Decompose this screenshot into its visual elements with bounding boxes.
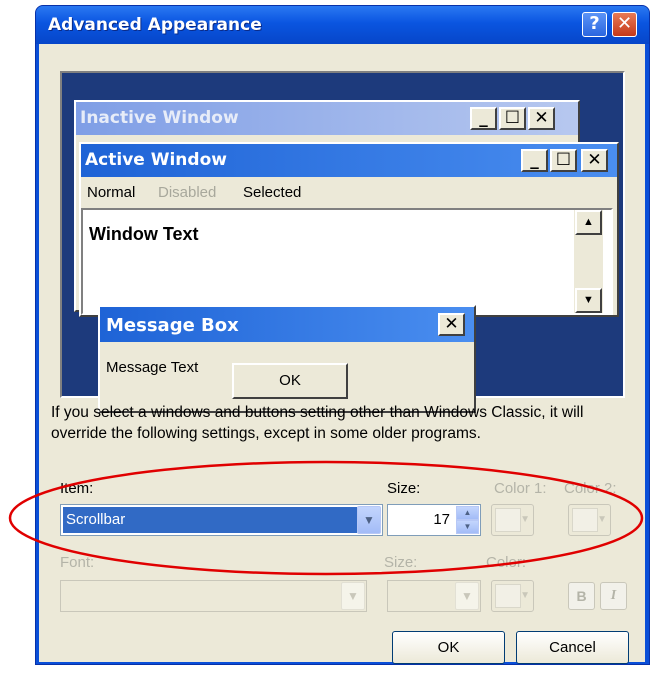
scrollbar-preview[interactable]: ▲ ▼ (574, 210, 603, 313)
message-box-ok-button[interactable]: OK (232, 363, 348, 399)
inactive-title-bar[interactable]: Inactive Window _ ☐ ✕ (76, 102, 578, 135)
size-value: 17 (433, 511, 450, 528)
ok-button[interactable]: OK (392, 631, 505, 664)
chevron-down-icon[interactable]: ▼ (341, 582, 365, 610)
dialog-client-area: Inactive Window _ ☐ ✕ Active Window _ ☐ … (39, 44, 645, 664)
inactive-maximize-button[interactable]: ☐ (499, 107, 526, 130)
color2-label: Color 2: (564, 480, 617, 497)
chevron-down-icon: ▼ (520, 590, 530, 601)
menu-item-normal[interactable]: Normal (87, 184, 135, 201)
size-spinner[interactable]: 17 ▲ ▼ (387, 504, 481, 536)
size-label: Size: (387, 480, 421, 497)
active-minimize-button[interactable]: _ (521, 149, 548, 172)
cancel-button[interactable]: Cancel (516, 631, 629, 664)
inactive-minimize-button[interactable]: _ (470, 107, 497, 130)
color1-button[interactable]: ▼ (491, 504, 534, 536)
close-button[interactable]: ✕ (612, 12, 637, 37)
font-color-label: Color: (486, 554, 527, 571)
spin-down-icon[interactable]: ▼ (456, 520, 479, 534)
active-title-bar[interactable]: Active Window _ ☐ ✕ (81, 144, 617, 177)
font-label: Font: (60, 554, 95, 571)
scroll-down-button[interactable]: ▼ (575, 288, 602, 313)
message-box-title-bar[interactable]: Message Box ✕ (100, 307, 474, 342)
font-select[interactable]: ▼ (60, 580, 367, 612)
message-box-close-button[interactable]: ✕ (438, 313, 465, 336)
item-select[interactable]: Scrollbar ▼ (60, 504, 383, 536)
chevron-down-icon: ▼ (520, 514, 530, 525)
help-button[interactable]: ? (582, 12, 607, 37)
bold-button[interactable]: B (568, 582, 595, 610)
color2-button[interactable]: ▼ (568, 504, 611, 536)
info-text: If you select a windows and buttons sett… (51, 404, 584, 442)
window-text-label: Window Text (89, 224, 199, 244)
font-size-select[interactable]: ▼ (387, 580, 481, 612)
inactive-window-title: Inactive Window (80, 108, 239, 128)
title-bar[interactable]: Advanced Appearance ? ✕ (36, 6, 649, 44)
chevron-down-icon[interactable]: ▼ (455, 582, 479, 610)
inactive-close-button[interactable]: ✕ (528, 107, 555, 130)
menu-item-selected[interactable]: Selected (243, 184, 301, 201)
menu-bar-preview: Normal Disabled Selected (81, 177, 617, 207)
active-window-preview[interactable]: Active Window _ ☐ ✕ Normal Disabled Sele… (79, 142, 619, 317)
color1-swatch (495, 508, 521, 532)
window-text-area[interactable]: Window Text ▲ ▼ (81, 208, 613, 315)
spin-up-icon[interactable]: ▲ (456, 506, 479, 520)
appearance-preview[interactable]: Inactive Window _ ☐ ✕ Active Window _ ☐ … (60, 71, 625, 413)
active-close-button[interactable]: ✕ (581, 149, 608, 172)
message-box-title: Message Box (106, 315, 239, 336)
italic-button[interactable]: I (600, 582, 627, 610)
item-label: Item: (60, 480, 94, 497)
menu-item-disabled[interactable]: Disabled (158, 184, 216, 201)
font-size-label: Size: (384, 554, 418, 571)
dialog-title: Advanced Appearance (48, 15, 262, 35)
chevron-down-icon[interactable]: ▼ (357, 506, 381, 534)
scroll-up-button[interactable]: ▲ (575, 210, 602, 235)
color1-label: Color 1: (494, 480, 547, 497)
message-text: Message Text (106, 359, 199, 376)
color2-swatch (572, 508, 598, 532)
active-window-title: Active Window (85, 150, 227, 170)
item-select-value: Scrollbar (63, 507, 357, 533)
advanced-appearance-dialog: Advanced Appearance ? ✕ Inactive Window … (35, 5, 650, 665)
font-color-swatch (495, 584, 521, 608)
font-color-button[interactable]: ▼ (491, 580, 534, 612)
active-maximize-button[interactable]: ☐ (550, 149, 577, 172)
message-box-preview[interactable]: Message Box ✕ Message Text OK (98, 305, 476, 413)
chevron-down-icon: ▼ (597, 514, 607, 525)
